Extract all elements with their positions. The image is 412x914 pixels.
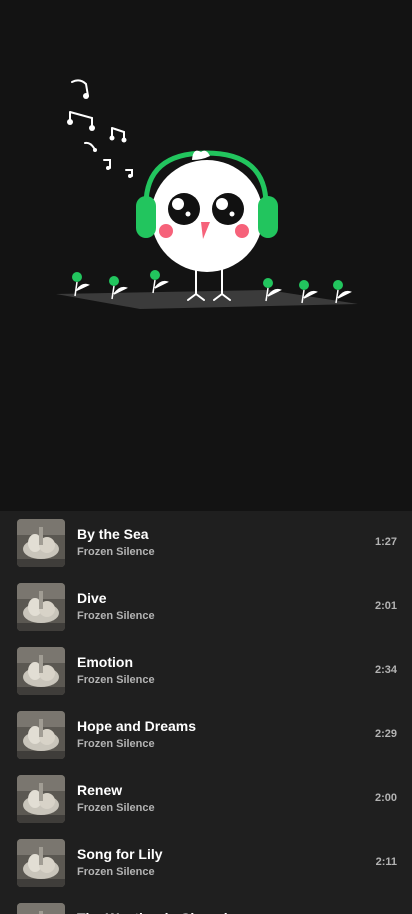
album-art	[17, 519, 65, 567]
hero-illustration	[0, 0, 412, 511]
track-duration: 2:01	[374, 600, 397, 612]
track-artist: Frozen Silence	[77, 738, 155, 750]
track-title: Hope and Dreams	[77, 718, 197, 734]
album-art	[17, 775, 65, 823]
track-title: Renew	[77, 782, 123, 798]
track-title: Emotion	[77, 654, 133, 670]
track-title: By the Sea	[77, 526, 149, 542]
album-art	[17, 583, 65, 631]
track-row[interactable]: The Weather is Changing Frozen Silence	[0, 895, 412, 914]
bird-with-headphones-icon	[56, 79, 358, 309]
track-row[interactable]: Hope and Dreams Frozen Silence 2:29	[0, 703, 412, 767]
track-row[interactable]: Song for Lily Frozen Silence 2:11	[0, 831, 412, 895]
track-artist: Frozen Silence	[77, 610, 155, 622]
track-duration: 1:27	[374, 536, 397, 548]
album-art	[17, 839, 65, 887]
track-title: The Weather is Changing	[77, 910, 245, 914]
track-duration: 2:29	[374, 728, 397, 740]
track-artist: Frozen Silence	[77, 802, 155, 814]
track-row[interactable]: By the Sea Frozen Silence 1:27	[0, 511, 412, 575]
track-duration: 2:00	[374, 792, 397, 804]
track-duration: 2:34	[374, 664, 397, 676]
track-title: Dive	[77, 590, 107, 606]
album-art	[17, 711, 65, 759]
track-list: By the Sea Frozen Silence 1:27 Dive Froz…	[0, 511, 412, 914]
track-row[interactable]: Emotion Frozen Silence 2:34	[0, 639, 412, 703]
track-title: Song for Lily	[77, 846, 163, 862]
music-player-screen: By the Sea Frozen Silence 1:27 Dive Froz…	[0, 0, 412, 914]
track-row[interactable]: Renew Frozen Silence 2:00	[0, 767, 412, 831]
track-row[interactable]: Dive Frozen Silence 2:01	[0, 575, 412, 639]
track-artist: Frozen Silence	[77, 674, 155, 686]
track-artist: Frozen Silence	[77, 546, 155, 558]
track-artist: Frozen Silence	[77, 866, 155, 878]
album-art	[17, 647, 65, 695]
track-duration: 2:11	[375, 856, 397, 868]
album-art	[17, 903, 65, 914]
